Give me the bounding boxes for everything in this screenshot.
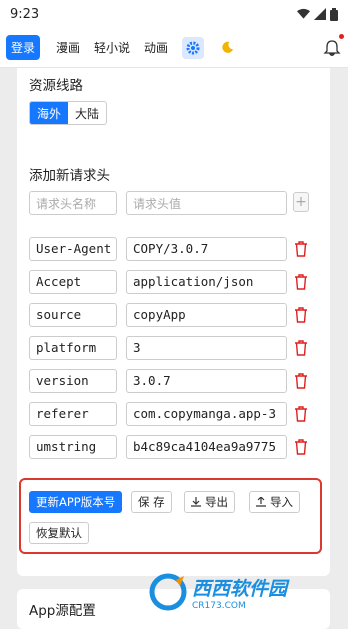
- header-name-field[interactable]: referer: [29, 402, 117, 426]
- clock: 9:23: [10, 6, 40, 22]
- download-icon: [191, 497, 201, 507]
- site-logo-icon: [149, 573, 187, 611]
- header-value-input[interactable]: 请求头值: [126, 191, 287, 215]
- trash-icon[interactable]: [294, 274, 308, 290]
- header-name-input[interactable]: 请求头名称: [29, 191, 117, 215]
- tab-manga[interactable]: 漫画: [56, 39, 80, 56]
- trash-icon[interactable]: [294, 307, 308, 323]
- dark-mode-toggle[interactable]: [216, 37, 238, 59]
- settings-tab[interactable]: [182, 36, 205, 59]
- wifi-icon: [297, 8, 310, 19]
- header-name-field[interactable]: source: [29, 303, 117, 327]
- header-name-field[interactable]: platform: [29, 336, 117, 360]
- header-name-field[interactable]: User-Agent: [29, 237, 117, 261]
- app-config-title: App源配置: [29, 603, 96, 619]
- notification-dot: [339, 34, 344, 39]
- source-route-title: 资源线路: [29, 78, 83, 94]
- tab-login[interactable]: 登录: [6, 35, 41, 60]
- header-value-field[interactable]: copyApp: [126, 303, 287, 327]
- watermark: 西西软件园 CR173.COM: [148, 568, 338, 616]
- route-option-overseas[interactable]: 海外: [30, 102, 69, 124]
- header-value-field[interactable]: application/json: [126, 270, 287, 294]
- header-name-field[interactable]: version: [29, 369, 117, 393]
- upload-icon: [256, 497, 266, 507]
- header-value-field[interactable]: com.copymanga.app-3: [126, 402, 287, 426]
- add-header-button[interactable]: +: [293, 192, 309, 212]
- import-button[interactable]: 导入: [249, 491, 300, 513]
- trash-icon[interactable]: [294, 406, 308, 422]
- header-value-field[interactable]: 3.0.7: [126, 369, 287, 393]
- trash-icon[interactable]: [294, 373, 308, 389]
- watermark-site: CR173.COM: [192, 600, 246, 611]
- watermark-brand: 西西软件园: [192, 577, 288, 600]
- import-label: 导入: [270, 495, 293, 509]
- update-app-version-button[interactable]: 更新APP版本号: [29, 491, 123, 513]
- tab-anime[interactable]: 动画: [144, 39, 168, 56]
- signal-icon: [314, 8, 326, 20]
- route-option-mainland[interactable]: 大陆: [68, 102, 106, 124]
- restore-default-button[interactable]: 恢复默认: [29, 522, 89, 544]
- export-label: 导出: [205, 495, 228, 509]
- tab-light-novel[interactable]: 轻小说: [94, 39, 130, 56]
- source-route-selector: 海外 大陆: [29, 101, 108, 125]
- save-button[interactable]: 保 存: [131, 491, 172, 513]
- bell-icon[interactable]: [322, 38, 342, 58]
- top-nav: 登录 漫画 轻小说 动画: [0, 28, 348, 68]
- trash-icon[interactable]: [294, 241, 308, 257]
- header-value-field[interactable]: COPY/3.0.7: [126, 237, 287, 261]
- trash-icon[interactable]: [294, 340, 308, 356]
- header-name-field[interactable]: umstring: [29, 435, 117, 459]
- header-name-field[interactable]: Accept: [29, 270, 117, 294]
- moon-icon: [221, 41, 233, 53]
- trash-icon[interactable]: [294, 439, 308, 455]
- status-bar: 9:23: [0, 0, 348, 28]
- header-value-field[interactable]: 3: [126, 336, 287, 360]
- gear-icon: [186, 41, 200, 54]
- export-button[interactable]: 导出: [184, 491, 235, 513]
- add-header-title: 添加新请求头: [29, 168, 110, 184]
- header-value-field[interactable]: b4c89ca4104ea9a9775: [126, 435, 287, 459]
- battery-icon: [330, 7, 338, 21]
